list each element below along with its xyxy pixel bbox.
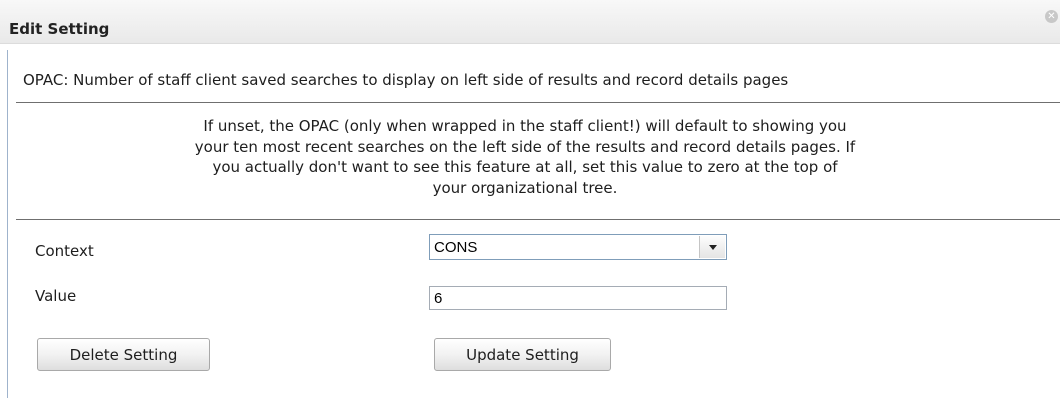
- value-input[interactable]: [429, 286, 727, 310]
- chevron-down-icon: [709, 245, 717, 250]
- dialog-titlebar: Edit Setting: [0, 0, 1060, 44]
- context-select-value: CONS: [434, 239, 478, 256]
- setting-description: OPAC: Number of staff client saved searc…: [23, 71, 789, 89]
- close-icon[interactable]: ✕: [1045, 10, 1058, 23]
- help-line: your organizational tree.: [432, 178, 618, 197]
- help-line: If unset, the OPAC (only when wrapped in…: [203, 117, 847, 135]
- setting-help-text: If unset, the OPAC (only when wrapped in…: [70, 116, 980, 198]
- divider-top: [16, 102, 1060, 103]
- context-select[interactable]: CONS: [429, 234, 727, 260]
- help-line: your ten most recent searches on the lef…: [194, 137, 856, 156]
- help-line: you actually don't want to see this feat…: [212, 158, 838, 176]
- divider-bottom: [16, 219, 1060, 220]
- dialog-left-border: [7, 50, 8, 398]
- delete-setting-button[interactable]: Delete Setting: [37, 338, 210, 371]
- edit-setting-dialog: Edit Setting ✕ OPAC: Number of staff cli…: [0, 0, 1060, 398]
- context-label: Context: [35, 242, 94, 260]
- value-label: Value: [35, 287, 77, 305]
- update-setting-button[interactable]: Update Setting: [434, 338, 611, 371]
- dialog-title: Edit Setting: [9, 20, 110, 38]
- dropdown-arrow-button[interactable]: [699, 236, 725, 258]
